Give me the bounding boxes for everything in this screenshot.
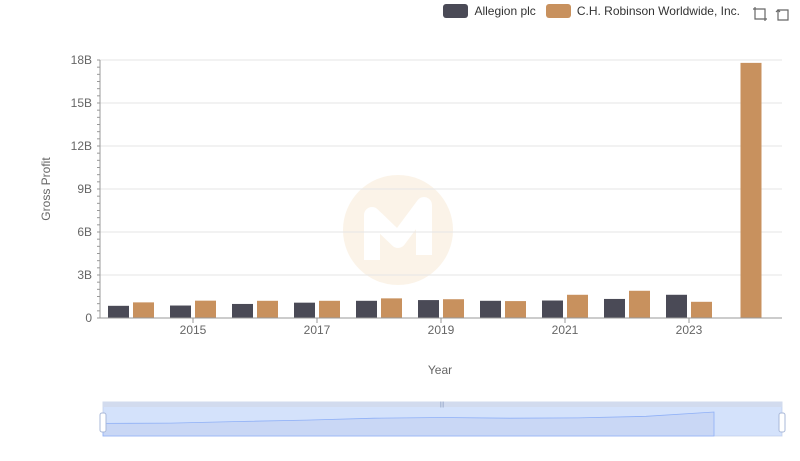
- bar-c-h-robinson-worldwide-inc--2022[interactable]: [629, 290, 650, 318]
- y-tick-label: 0: [85, 311, 92, 325]
- y-tick-label: 9B: [77, 182, 92, 196]
- bar-allegion-plc-2021[interactable]: [542, 300, 563, 318]
- bar-c-h-robinson-worldwide-inc--2018[interactable]: [381, 298, 402, 318]
- y-axis-label: Gross Profit: [39, 157, 53, 221]
- bar-allegion-plc-2020[interactable]: [480, 300, 501, 318]
- bar-c-h-robinson-worldwide-inc--2015[interactable]: [195, 300, 216, 318]
- bar-c-h-robinson-worldwide-inc--2024[interactable]: [740, 62, 762, 318]
- bar-allegion-plc-2022[interactable]: [604, 298, 625, 318]
- y-tick-label: 12B: [71, 139, 92, 153]
- y-tick-label: 15B: [71, 96, 92, 110]
- bar-c-h-robinson-worldwide-inc--2014[interactable]: [133, 302, 154, 318]
- bar-allegion-plc-2019[interactable]: [418, 300, 439, 318]
- bar-c-h-robinson-worldwide-inc--2017[interactable]: [319, 300, 340, 318]
- bar-c-h-robinson-worldwide-inc--2019[interactable]: [443, 299, 464, 318]
- bar-c-h-robinson-worldwide-inc--2021[interactable]: [567, 294, 588, 318]
- restore-icon[interactable]: [774, 6, 790, 22]
- watermark-logo: [343, 175, 453, 285]
- bar-c-h-robinson-worldwide-inc--2020[interactable]: [505, 301, 526, 318]
- bar-allegion-plc-2016[interactable]: [232, 303, 253, 318]
- datazoom-left-handle[interactable]: [99, 412, 107, 433]
- bar-allegion-plc-2018[interactable]: [356, 300, 377, 318]
- y-tick-label: 3B: [77, 268, 92, 282]
- bar-allegion-plc-2014[interactable]: [108, 305, 129, 318]
- chart: 0 3B 6B 9B 12B 15B 18B 2015 2017 2019 2021 2023 Gro…: [39, 53, 786, 437]
- bar-allegion-plc-2023[interactable]: [666, 294, 687, 318]
- datazoom-slider[interactable]: |||: [99, 401, 786, 437]
- toolbox: [752, 6, 790, 22]
- bar-c-h-robinson-worldwide-inc--2023[interactable]: [691, 301, 712, 318]
- y-tick-label: 18B: [71, 53, 92, 67]
- x-tick-label: 2019: [428, 323, 455, 337]
- legend-label: Allegion plc: [474, 4, 536, 18]
- legend: Allegion plc C.H. Robinson Worldwide, In…: [443, 4, 740, 18]
- x-tick-label: 2015: [180, 323, 207, 337]
- x-tick-label: 2021: [552, 323, 579, 337]
- legend-item-ch-robinson[interactable]: C.H. Robinson Worldwide, Inc.: [545, 4, 740, 18]
- y-tick-label: 6B: [77, 225, 92, 239]
- datazoom-grip-icon[interactable]: |||: [440, 402, 445, 408]
- x-tick-label: 2023: [676, 323, 703, 337]
- x-axis-label: Year: [428, 363, 452, 377]
- x-tick-label: 2017: [304, 323, 331, 337]
- legend-swatch: [545, 4, 571, 18]
- legend-swatch: [443, 4, 469, 18]
- legend-item-allegion[interactable]: Allegion plc: [443, 4, 536, 18]
- bar-allegion-plc-2017[interactable]: [294, 302, 315, 318]
- zoom-icon[interactable]: [752, 6, 768, 22]
- bar-c-h-robinson-worldwide-inc--2016[interactable]: [257, 300, 278, 318]
- legend-label: C.H. Robinson Worldwide, Inc.: [576, 4, 740, 18]
- bar-allegion-plc-2015[interactable]: [170, 305, 191, 318]
- datazoom-right-handle[interactable]: [778, 412, 786, 433]
